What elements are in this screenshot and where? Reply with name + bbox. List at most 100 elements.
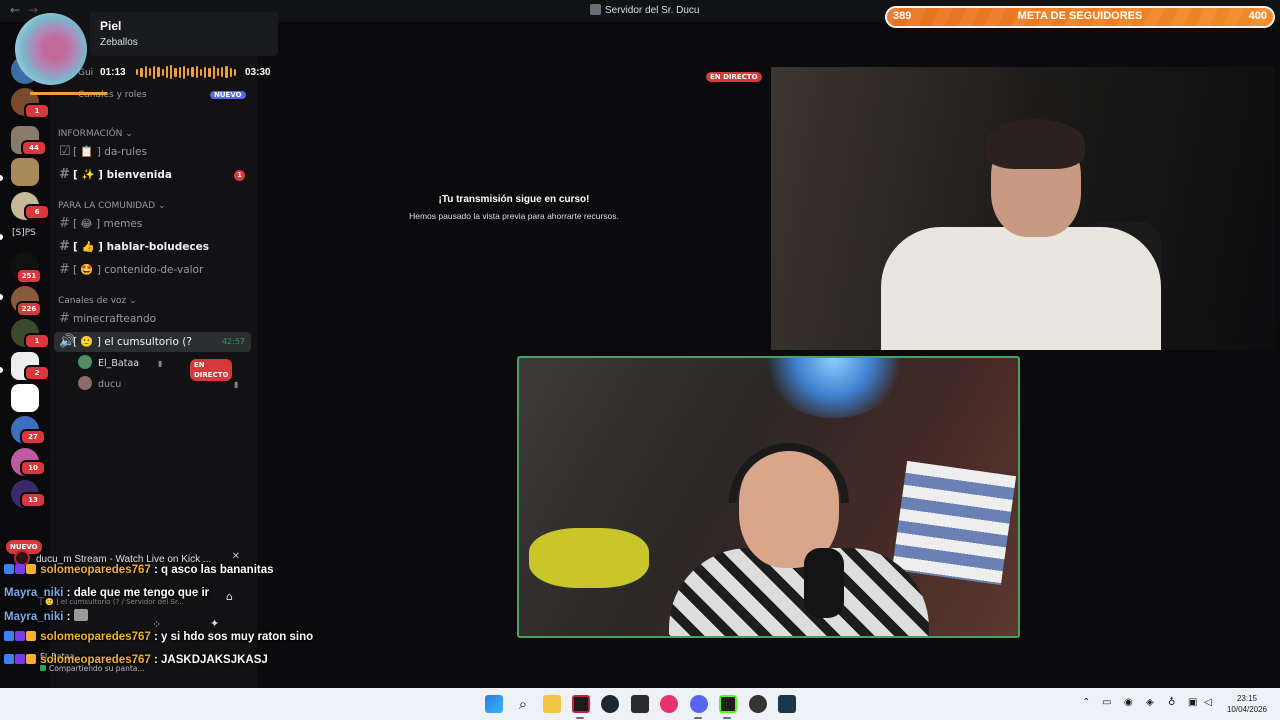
chat-separator: : <box>63 611 74 623</box>
waveform-bar <box>233 68 236 76</box>
album-art <box>15 13 87 85</box>
chat-username[interactable]: solomeoparedes767 <box>40 564 151 576</box>
hash-icon: # <box>59 262 70 277</box>
category-voice[interactable]: Canales de voz ⌄ <box>58 296 137 306</box>
display-icon[interactable]: ▣ <box>1188 697 1197 708</box>
battery-icon[interactable]: ▭ <box>1102 697 1111 708</box>
media-player-icon[interactable] <box>660 695 678 713</box>
chat-message: solomeoparedes767 : JASKDJAKSJKASJ <box>4 654 268 666</box>
waveform-bar <box>229 67 232 77</box>
live-badge: EN DIRECTO <box>706 72 762 82</box>
chat-message: Mayra_niki : <box>4 609 89 623</box>
activity-icon[interactable]: ✦ <box>210 617 219 630</box>
chat-text: y si hdo sos muy raton sino <box>161 631 314 643</box>
waveform-bar <box>174 67 177 77</box>
waveform-bar <box>178 66 181 78</box>
clock-date: 10/04/2026 <box>1226 705 1268 714</box>
webcam-el-bataa[interactable] <box>517 356 1020 638</box>
waveform-bar <box>187 68 190 76</box>
webcam-ducu[interactable] <box>771 67 1275 350</box>
file-explorer-icon[interactable] <box>543 695 561 713</box>
channel-minecrafteando[interactable]: # minecrafteando <box>54 309 251 329</box>
windows-taskbar: ⌕ ⌃ ▭ ◉ ◈ ♁ ▣ ◁ 23:15 10/04/2026 <box>0 688 1280 720</box>
lamp <box>759 358 909 418</box>
pillow <box>529 528 649 588</box>
shield-icon[interactable]: ◉ <box>1124 697 1133 708</box>
avatar <box>78 355 92 369</box>
voice-user-el-bataa[interactable]: El_Bataa ▮ EN DIRECTO <box>78 354 233 381</box>
chat-username[interactable]: solomeoparedes767 <box>40 654 151 666</box>
chat-message: solomeoparedes767 : y si hdo sos muy rat… <box>4 631 313 643</box>
voice-user-name: ducu <box>98 379 122 390</box>
waveform-bar <box>165 66 168 78</box>
server-icon-4[interactable] <box>11 158 39 186</box>
channel-memes[interactable]: #[ 😂 ] memes <box>54 214 251 234</box>
waveform-bar <box>148 68 151 76</box>
sub-icon <box>15 631 25 641</box>
voice-channel-cumsultorio[interactable]: 🔊[ 🙂 ] el cumsultorio (? 42:57 <box>54 332 251 352</box>
discord-window: ← → Servidor del Sr. Ducu 1 44 6 [S]PS 2… <box>0 0 1280 688</box>
channel-contenido-de-valor[interactable]: #[ 🤩 ] contenido-de-valor <box>54 260 251 280</box>
waveform-bar <box>161 68 164 76</box>
app-icon[interactable] <box>749 695 767 713</box>
grid-icon[interactable]: ⁘ <box>152 618 161 631</box>
channel-bienvenida[interactable]: #[ ✨ ] bienvenida 1 <box>54 165 251 185</box>
unread-badge: 2 <box>24 365 50 381</box>
chevron-down-icon: ⌄ <box>125 129 133 139</box>
unread-badge: 1 <box>24 333 50 349</box>
windows-start-icon[interactable] <box>485 695 503 713</box>
chat-username[interactable]: Mayra_niki <box>4 587 63 599</box>
obs-icon[interactable] <box>572 695 590 713</box>
crown-icon <box>26 564 36 574</box>
code-editor-icon[interactable] <box>778 695 796 713</box>
window-title-text: Servidor del Sr. Ducu <box>605 5 700 16</box>
sub-icon <box>15 564 25 574</box>
stream-notice-subtitle: Hemos pausado la vista previa para ahorr… <box>409 211 619 221</box>
music-overlay: Piel Zeballos 01:13 03:30 <box>8 10 278 95</box>
goal-label: META DE SEGUIDORES <box>1017 10 1143 22</box>
server-icon <box>590 4 601 15</box>
volume-icon[interactable]: ◁ <box>1204 697 1212 708</box>
verified-icon <box>4 631 14 641</box>
network-app-icon[interactable]: ◈ <box>1146 697 1154 708</box>
shirt <box>881 227 1161 350</box>
active-indicator <box>694 717 702 719</box>
waveform-bar <box>182 65 185 79</box>
chat-username[interactable]: solomeoparedes767 <box>40 631 151 643</box>
voice-user-ducu[interactable]: ducu ▮ <box>78 375 238 395</box>
headset <box>729 443 849 503</box>
kick-icon[interactable] <box>719 695 737 713</box>
waveform-bar <box>195 66 198 78</box>
elapsed-time: 01:13 <box>100 67 126 78</box>
chevron-down-icon: ⌄ <box>158 201 166 211</box>
microphone-icon[interactable]: ♁ <box>1168 697 1175 708</box>
waveform-bar <box>216 68 219 76</box>
chat-text: JASKDJAKSJKASJ <box>161 654 268 666</box>
close-icon[interactable]: ✕ <box>232 551 240 562</box>
channel-label: [ 🤩 ] contenido-de-valor <box>73 264 204 276</box>
avatar <box>78 376 92 390</box>
server-icon-10[interactable] <box>11 384 39 412</box>
waveform-bar <box>208 67 211 77</box>
crown-icon <box>26 631 36 641</box>
unread-badge: 13 <box>20 492 46 508</box>
category-info[interactable]: INFORMACIÓN ⌄ <box>58 129 133 139</box>
channel-label: minecrafteando <box>73 313 157 325</box>
window-title: Servidor del Sr. Ducu <box>590 4 700 16</box>
channel-hablar-boludeces[interactable]: #[ 👍 ] hablar-boludeces <box>54 237 251 257</box>
channel-da-rules[interactable]: ☑[ 📋 ] da-rules <box>54 142 251 162</box>
system-clock[interactable]: 23:15 10/04/2026 <box>1222 693 1272 715</box>
search-icon[interactable]: ⌕ <box>514 695 532 713</box>
popout-icon[interactable]: ⌂ <box>226 590 233 603</box>
channel-label: [ 🙂 ] el cumsultorio (? <box>73 336 192 348</box>
steam-icon[interactable] <box>601 695 619 713</box>
chevron-up-icon[interactable]: ⌃ <box>1082 697 1090 708</box>
chat-username[interactable]: Mayra_niki <box>4 611 63 623</box>
category-community[interactable]: PARA LA COMUNIDAD ⌄ <box>58 201 166 211</box>
server-text-icon[interactable]: [S]PS <box>12 228 36 238</box>
epic-games-icon[interactable] <box>631 695 649 713</box>
discord-icon[interactable] <box>690 695 708 713</box>
cat-emote-icon <box>73 609 88 621</box>
waveform-bar <box>191 67 194 77</box>
camera-icon: ▮ <box>158 359 163 368</box>
